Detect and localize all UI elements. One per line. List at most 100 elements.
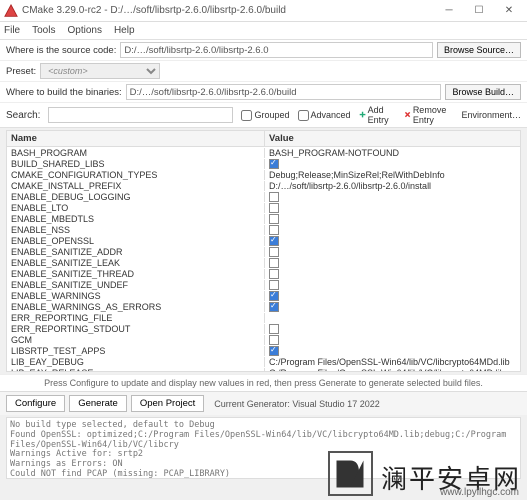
menu-options[interactable]: Options bbox=[67, 25, 101, 36]
table-row[interactable]: ENABLE_LTO bbox=[7, 202, 520, 213]
cell-name[interactable]: CMAKE_INSTALL_PREFIX bbox=[7, 181, 265, 191]
cell-value[interactable] bbox=[265, 203, 520, 213]
cell-name[interactable]: GCM bbox=[7, 335, 265, 345]
add-entry-button[interactable]: Add Entry bbox=[359, 105, 396, 125]
cell-value[interactable]: D:/…/soft/libsrtp-2.6.0/libsrtp-2.6.0/in… bbox=[265, 181, 520, 191]
cell-value[interactable] bbox=[265, 225, 520, 235]
cell-value[interactable] bbox=[265, 269, 520, 279]
table-row[interactable]: LIB_EAY_DEBUGC:/Program Files/OpenSSL-Wi… bbox=[7, 356, 520, 367]
browse-build-button[interactable]: Browse Build… bbox=[445, 84, 521, 100]
header-name[interactable]: Name bbox=[7, 131, 265, 146]
table-row[interactable]: BUILD_SHARED_LIBS bbox=[7, 158, 520, 169]
cell-name[interactable]: ENABLE_NSS bbox=[7, 225, 265, 235]
cell-value[interactable]: C:/Program Files/OpenSSL-Win64/lib/VC/li… bbox=[265, 368, 520, 373]
table-row[interactable]: LIB_EAY_RELEASEC:/Program Files/OpenSSL-… bbox=[7, 367, 520, 372]
cell-name[interactable]: LIB_EAY_DEBUG bbox=[7, 357, 265, 367]
table-row[interactable]: CMAKE_CONFIGURATION_TYPESDebug;Release;M… bbox=[7, 169, 520, 180]
checkbox-icon[interactable] bbox=[269, 335, 279, 345]
checkbox-icon[interactable] bbox=[269, 324, 279, 334]
table-row[interactable]: ENABLE_SANITIZE_UNDEF bbox=[7, 279, 520, 290]
menu-file[interactable]: File bbox=[4, 25, 20, 36]
checkbox-icon[interactable] bbox=[269, 346, 279, 356]
checkbox-icon[interactable] bbox=[269, 192, 279, 202]
table-row[interactable]: ENABLE_SANITIZE_ADDR bbox=[7, 246, 520, 257]
checkbox-icon[interactable] bbox=[269, 302, 279, 312]
cell-name[interactable]: ENABLE_SANITIZE_UNDEF bbox=[7, 280, 265, 290]
cell-name[interactable]: ENABLE_WARNINGS_AS_ERRORS bbox=[7, 302, 265, 312]
table-row[interactable]: ENABLE_SANITIZE_THREAD bbox=[7, 268, 520, 279]
table-row[interactable]: ERR_REPORTING_STDOUT bbox=[7, 323, 520, 334]
advanced-checkbox[interactable]: Advanced bbox=[298, 110, 351, 121]
cell-name[interactable]: LIB_EAY_RELEASE bbox=[7, 368, 265, 373]
log-output[interactable]: No build type selected, default to Debug… bbox=[6, 417, 521, 479]
header-value[interactable]: Value bbox=[265, 131, 520, 146]
minimize-button[interactable]: ─ bbox=[435, 2, 463, 20]
checkbox-icon[interactable] bbox=[269, 159, 279, 169]
checkbox-icon[interactable] bbox=[269, 291, 279, 301]
cell-value[interactable]: BASH_PROGRAM-NOTFOUND bbox=[265, 148, 520, 158]
cell-name[interactable]: CMAKE_CONFIGURATION_TYPES bbox=[7, 170, 265, 180]
cell-value[interactable] bbox=[265, 346, 520, 356]
checkbox-icon[interactable] bbox=[269, 236, 279, 246]
cell-name[interactable]: LIBSRTP_TEST_APPS bbox=[7, 346, 265, 356]
generate-button[interactable]: Generate bbox=[69, 395, 127, 412]
cell-name[interactable]: ENABLE_WARNINGS bbox=[7, 291, 265, 301]
menu-tools[interactable]: Tools bbox=[32, 25, 55, 36]
checkbox-icon[interactable] bbox=[269, 225, 279, 235]
cell-value[interactable] bbox=[265, 192, 520, 202]
cell-value[interactable]: C:/Program Files/OpenSSL-Win64/lib/VC/li… bbox=[265, 357, 520, 367]
cell-name[interactable]: BUILD_SHARED_LIBS bbox=[7, 159, 265, 169]
menu-help[interactable]: Help bbox=[114, 25, 135, 36]
checkbox-icon[interactable] bbox=[269, 214, 279, 224]
checkbox-icon[interactable] bbox=[269, 203, 279, 213]
table-row[interactable]: ENABLE_DEBUG_LOGGING bbox=[7, 191, 520, 202]
table-row[interactable]: ENABLE_NSS bbox=[7, 224, 520, 235]
table-row[interactable]: ERR_REPORTING_FILE bbox=[7, 312, 520, 323]
table-row[interactable]: GCM bbox=[7, 334, 520, 345]
cell-name[interactable]: ENABLE_SANITIZE_ADDR bbox=[7, 247, 265, 257]
cell-value[interactable]: Debug;Release;MinSizeRel;RelWithDebInfo bbox=[265, 170, 520, 180]
table-row[interactable]: ENABLE_WARNINGS bbox=[7, 290, 520, 301]
table-row[interactable]: LIBSRTP_TEST_APPS bbox=[7, 345, 520, 356]
table-row[interactable]: ENABLE_WARNINGS_AS_ERRORS bbox=[7, 301, 520, 312]
remove-entry-button[interactable]: Remove Entry bbox=[404, 105, 454, 125]
maximize-button[interactable]: ☐ bbox=[465, 2, 493, 20]
cell-value[interactable] bbox=[265, 236, 520, 246]
cell-name[interactable]: ENABLE_MBEDTLS bbox=[7, 214, 265, 224]
cell-value[interactable] bbox=[265, 324, 520, 334]
table-row[interactable]: CMAKE_INSTALL_PREFIXD:/…/soft/libsrtp-2.… bbox=[7, 180, 520, 191]
source-input[interactable] bbox=[120, 42, 433, 58]
cell-value[interactable] bbox=[265, 247, 520, 257]
open-project-button[interactable]: Open Project bbox=[131, 395, 204, 412]
environment-button[interactable]: Environment… bbox=[461, 110, 521, 120]
browse-source-button[interactable]: Browse Source… bbox=[437, 42, 521, 58]
cell-name[interactable]: ENABLE_OPENSSL bbox=[7, 236, 265, 246]
table-row[interactable]: ENABLE_OPENSSL bbox=[7, 235, 520, 246]
table-row[interactable]: ENABLE_MBEDTLS bbox=[7, 213, 520, 224]
close-button[interactable]: ✕ bbox=[495, 2, 523, 20]
cell-value[interactable] bbox=[265, 335, 520, 345]
preset-select[interactable]: <custom> bbox=[40, 63, 160, 79]
cell-value[interactable] bbox=[265, 291, 520, 301]
checkbox-icon[interactable] bbox=[269, 258, 279, 268]
cell-name[interactable]: ENABLE_DEBUG_LOGGING bbox=[7, 192, 265, 202]
cell-name[interactable]: ERR_REPORTING_STDOUT bbox=[7, 324, 265, 334]
cell-name[interactable]: ENABLE_SANITIZE_THREAD bbox=[7, 269, 265, 279]
cell-value[interactable] bbox=[265, 280, 520, 290]
cell-value[interactable] bbox=[265, 214, 520, 224]
grouped-checkbox[interactable]: Grouped bbox=[241, 110, 289, 121]
cell-name[interactable]: BASH_PROGRAM bbox=[7, 148, 265, 158]
configure-button[interactable]: Configure bbox=[6, 395, 65, 412]
cell-name[interactable]: ENABLE_SANITIZE_LEAK bbox=[7, 258, 265, 268]
cell-name[interactable]: ERR_REPORTING_FILE bbox=[7, 313, 265, 323]
cell-value[interactable] bbox=[265, 302, 520, 312]
table-row[interactable]: BASH_PROGRAMBASH_PROGRAM-NOTFOUND bbox=[7, 147, 520, 158]
checkbox-icon[interactable] bbox=[269, 247, 279, 257]
checkbox-icon[interactable] bbox=[269, 280, 279, 290]
search-input[interactable] bbox=[48, 107, 233, 123]
table-row[interactable]: ENABLE_SANITIZE_LEAK bbox=[7, 257, 520, 268]
cell-value[interactable] bbox=[265, 159, 520, 169]
cell-value[interactable] bbox=[265, 258, 520, 268]
build-input[interactable] bbox=[126, 84, 442, 100]
cell-name[interactable]: ENABLE_LTO bbox=[7, 203, 265, 213]
